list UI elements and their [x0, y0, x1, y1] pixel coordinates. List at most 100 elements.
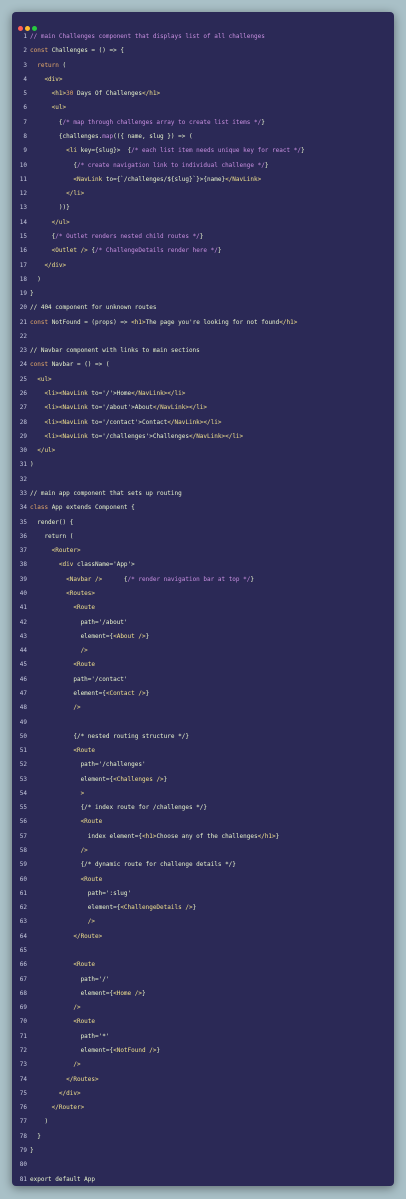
code-line: 55 {/* index route for /challenges */} [12, 801, 394, 815]
line-number: 40 [19, 589, 27, 597]
code-token: <ChallengeDetails /> [120, 904, 193, 912]
code-token: } [163, 775, 168, 783]
line-number: 45 [19, 661, 27, 669]
code-token: </li> [30, 190, 85, 198]
line-number: 15 [19, 232, 27, 240]
code-token: </Router> [30, 1104, 85, 1112]
code-token: /* create navigation link to individual … [76, 161, 265, 169]
line-number: 81 [19, 1175, 27, 1183]
code-line: 39 <Navbar /> {/* render navigation bar … [12, 573, 394, 587]
code-token: </h1> [257, 832, 276, 840]
code-line: 29 <li><NavLink to='/challenges'>Challen… [12, 430, 394, 444]
line-number: 69 [19, 1004, 27, 1012]
code-token: /* each list item needs unique key for r… [131, 147, 301, 155]
code-token: <Challenges /> [113, 775, 164, 783]
code-token: ) [30, 275, 41, 283]
code-line: 59 {/* dynamic route for challenge detai… [12, 858, 394, 872]
line-number: 53 [19, 775, 27, 783]
code-token: element={ [30, 1046, 114, 1054]
code-line: 41 <Route [12, 601, 394, 615]
code-token: <Route [30, 747, 96, 755]
line-number: 17 [19, 261, 27, 269]
line-number: 22 [19, 332, 27, 340]
code-line: 48 /> [12, 701, 394, 715]
code-token: <ul> [30, 375, 52, 383]
code-token: {/* index route for /challenges */} [30, 804, 208, 812]
code-token: </h1> [142, 90, 161, 98]
code-token: <div [30, 561, 77, 569]
code-token: class [30, 504, 52, 512]
code-line: 1// main Challenges component that displ… [12, 30, 394, 44]
code-line: 10 {/* create navigation link to individ… [12, 159, 394, 173]
code-token: export default App [30, 1175, 96, 1183]
code-line: 23// Navbar component with links to main… [12, 344, 394, 358]
code-token: {challenges. [30, 132, 103, 140]
code-line: 17 </div> [12, 259, 394, 273]
code-token: /* Outlet renders nested child routes */ [55, 232, 200, 240]
line-number: 4 [23, 75, 27, 83]
code-token: } [145, 689, 150, 697]
code-token: > [30, 789, 85, 797]
code-line: 74 </Routes> [12, 1073, 394, 1087]
code-line: 5 <h1>30 Days Of Challenges</h1> [12, 87, 394, 101]
code-token: // main app component that sets up routi… [30, 490, 182, 497]
line-number: 35 [19, 518, 27, 526]
code-token: <div> [30, 75, 63, 83]
line-number: 25 [19, 375, 27, 383]
code-token: } [300, 147, 305, 155]
code-line: 63 /> [12, 915, 394, 929]
line-number: 16 [19, 247, 27, 255]
code-token: // Navbar component with links to main s… [30, 347, 200, 355]
code-line: 56 <Route [12, 815, 394, 829]
code-line: 25 <ul> [12, 373, 394, 387]
line-number: 34 [19, 504, 27, 512]
code-line: 44 /> [12, 644, 394, 658]
code-editor[interactable]: 1// main Challenges component that displ… [12, 30, 394, 1186]
code-line: 16 <Outlet /> {/* ChallengeDetails rende… [12, 244, 394, 258]
line-number: 68 [19, 989, 27, 997]
code-token: Days Of Challenges [73, 90, 142, 98]
code-line: 79} [12, 1144, 394, 1158]
code-line: 70 <Route [12, 1015, 394, 1029]
code-token: element={ [30, 689, 106, 697]
code-token: to='/contact'>Contact [91, 418, 168, 426]
code-token: return [30, 61, 63, 69]
code-token: <Route [30, 604, 96, 612]
code-token: (({ name, slug }) => ( [113, 132, 193, 140]
line-number: 31 [19, 461, 27, 469]
code-line: 2 const Challenges = () => { [12, 44, 394, 58]
line-number: 64 [19, 932, 27, 940]
code-token: <li><NavLink [30, 390, 92, 398]
code-token: map [102, 132, 114, 140]
code-line: 50 {/* nested routing structure */} [12, 730, 394, 744]
code-token: App extends Component { [51, 504, 135, 512]
code-line: 34 class App extends Component { [12, 501, 394, 515]
line-number: 41 [19, 604, 27, 612]
code-token: /* render navigation bar at top */ [127, 575, 251, 583]
code-token: const [30, 361, 52, 369]
code-line: 73 /> [12, 1058, 394, 1072]
code-token: <Route [30, 1018, 96, 1026]
code-token: /> [30, 1004, 81, 1012]
code-token: /* map through challenges array to creat… [62, 118, 262, 126]
code-token: </NavLink></li> [131, 390, 186, 398]
code-token: /> [30, 647, 88, 655]
code-line: 35 render() { [12, 516, 394, 530]
code-token: <About /> [113, 632, 146, 640]
code-token: to='/about'>About [91, 404, 153, 412]
code-token: } [199, 232, 204, 240]
code-token: /> [30, 918, 96, 926]
code-line: 60 <Route [12, 873, 394, 887]
line-number: 42 [19, 618, 27, 626]
line-number: 61 [19, 889, 27, 897]
code-token: } [264, 161, 269, 169]
code-line: 51 <Route [12, 744, 394, 758]
code-token: Challenges = () => { [51, 47, 124, 55]
line-number: 24 [19, 361, 27, 369]
code-token: <li><NavLink [30, 404, 92, 412]
code-line: 14 </ul> [12, 216, 394, 230]
code-token: } [250, 575, 254, 583]
code-line: 8 {challenges.map(({ name, slug }) => ( [12, 130, 394, 144]
line-number: 37 [19, 547, 27, 555]
code-line: 15 {/* Outlet renders nested child route… [12, 230, 394, 244]
